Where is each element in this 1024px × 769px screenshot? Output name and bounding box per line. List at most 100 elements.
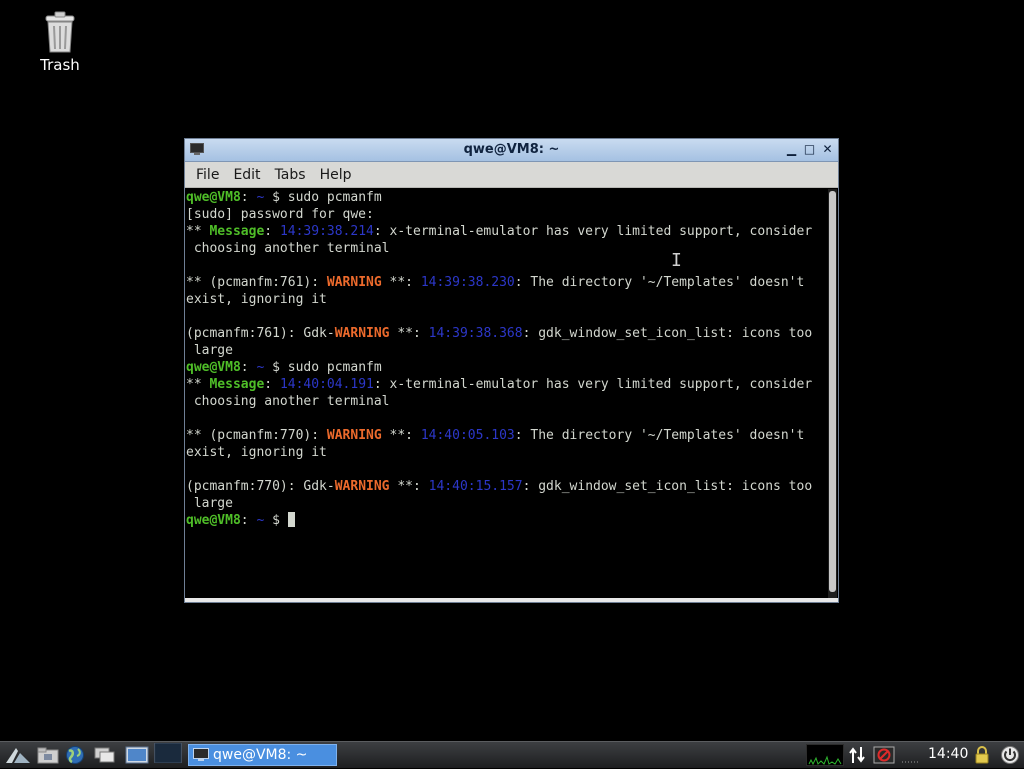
terminal-line: exist, ignoring it [186,444,827,461]
menu-tabs[interactable]: Tabs [268,167,313,183]
terminal-text: 14:39:38.214 [279,224,374,239]
terminal-line: (pcmanfm:770): Gdk-WARNING **: 14:40:15.… [186,478,827,495]
network-icon[interactable] [848,745,866,765]
maximize-button[interactable]: □ [802,142,817,157]
scrollbar-thumb[interactable] [829,191,836,592]
terminal-text: : gdk_window_set_icon_list: icons too [522,326,813,341]
terminal-output[interactable]: qwe@VM8: ~ $ sudo pcmanfm [sudo] password… [185,189,827,598]
terminal-text: exist, ignoring it [186,292,327,307]
menu-icon[interactable] [4,745,32,765]
terminal-window[interactable]: qwe@VM8: ~ ▁ □ ✕ File Edit Tabs Help qwe… [184,138,839,603]
menu-bar: File Edit Tabs Help [185,162,838,188]
minimize-button[interactable]: ▁ [784,142,799,157]
menu-help[interactable]: Help [313,167,359,183]
terminal-text: WARNING [334,326,390,341]
network-graph-plot [808,755,842,766]
terminal-text: (pcmanfm:761): Gdk- [186,326,335,341]
workspace-icon[interactable] [152,743,184,763]
terminal-text: : x-terminal-emulator has very limited s… [373,224,813,239]
terminal-text: exist, ignoring it [186,445,327,460]
menu-file[interactable]: File [189,167,226,183]
taskbar-terminal-button[interactable]: qwe@VM8: ~ [188,744,337,766]
terminal-text: 14:40:04.191 [279,377,374,392]
terminal-line: qwe@VM8: ~ $ sudo pcmanfm [186,359,827,376]
terminal-line: ** Message: 14:39:38.214: x-terminal-emu… [186,223,827,240]
minimize-icon: ▁ [786,142,797,156]
terminal-text: : x-terminal-emulator has very limited s… [373,377,813,392]
window-bottom-edge [185,598,838,602]
window-titlebar[interactable]: qwe@VM8: ~ ▁ □ ✕ [185,139,838,162]
desktop-icon[interactable] [125,745,149,765]
close-icon: ✕ [822,142,833,156]
terminal-text: 14:40:15.157 [428,479,523,494]
terminal-text: : [264,377,280,392]
terminal-text: : The directory '~/Templates' doesn't [514,428,805,443]
terminal-text: WARNING [334,479,390,494]
terminal-scrollbar[interactable] [828,189,837,598]
clock[interactable]: 14:40 [928,746,968,762]
terminal-text: large [186,343,233,358]
terminal-line: ** (pcmanfm:761): WARNING **: 14:39:38.2… [186,274,827,291]
terminal-text: **: [381,428,421,443]
terminal-text: [sudo] password for qwe: [186,207,374,222]
window-switcher-icon[interactable] [93,745,117,765]
terminal-text: choosing another terminal [186,394,390,409]
terminal-text: ** (pcmanfm:770): [186,428,327,443]
browser-icon[interactable] [64,745,86,765]
taskbar-terminal-label: qwe@VM8: ~ [213,747,308,763]
desktop-icon-trash[interactable]: Trash [28,10,92,74]
terminal-text: $ sudo pcmanfm [264,360,382,375]
power-icon[interactable] [999,745,1021,765]
terminal-text: $ [264,513,288,528]
terminal-text: Message [209,377,265,392]
terminal-text: : gdk_window_set_icon_list: icons too [522,479,813,494]
terminal-text: ** [186,224,210,239]
volume-mute-icon[interactable] [873,745,895,765]
terminal-text: WARNING [326,428,382,443]
terminal-text: WARNING [326,275,382,290]
terminal-line: ** Message: 14:40:04.191: x-terminal-emu… [186,376,827,393]
terminal-line: (pcmanfm:761): Gdk-WARNING **: 14:39:38.… [186,325,827,342]
terminal-icon [193,748,209,761]
terminal-text: Message [209,224,265,239]
trash-label: Trash [40,56,80,74]
network-graph-icon[interactable] [806,744,844,766]
terminal-text: 14:40:05.103 [420,428,515,443]
separator-dots-icon [902,761,920,763]
terminal-line: exist, ignoring it [186,291,827,308]
terminal-text: : [240,190,257,205]
terminal-text: large [186,496,233,511]
file-manager-icon[interactable] [37,745,59,765]
terminal-line: choosing another terminal [186,240,827,257]
terminal-line: large [186,342,827,359]
lock-icon[interactable] [973,745,991,765]
taskbar: qwe@VM8: ~ 14:40 [0,741,1024,768]
terminal-line: ** (pcmanfm:770): WARNING **: 14:40:05.1… [186,427,827,444]
terminal-text: 14:39:38.368 [428,326,523,341]
terminal-cursor [287,512,295,527]
terminal-text: qwe@VM8 [186,513,241,528]
terminal-line: large [186,495,827,512]
terminal-text: qwe@VM8 [186,360,241,375]
menu-edit[interactable]: Edit [226,167,267,183]
terminal-text: 14:39:38.230 [420,275,515,290]
terminal-line: choosing another terminal [186,393,827,410]
terminal-text: **: [381,275,421,290]
terminal-text: : [264,224,280,239]
terminal-text: choosing another terminal [186,241,390,256]
terminal-text: : [240,360,257,375]
terminal-text: ** [186,377,210,392]
maximize-icon: □ [803,142,816,156]
terminal-text: : The directory '~/Templates' doesn't [514,275,805,290]
terminal-line: qwe@VM8: ~ $ [186,512,827,529]
terminal-text: **: [389,479,429,494]
trash-icon [45,11,75,53]
close-button[interactable]: ✕ [820,142,835,157]
terminal-text: qwe@VM8 [186,190,241,205]
terminal-text: ** (pcmanfm:761): [186,275,327,290]
terminal-text: (pcmanfm:770): Gdk- [186,479,335,494]
